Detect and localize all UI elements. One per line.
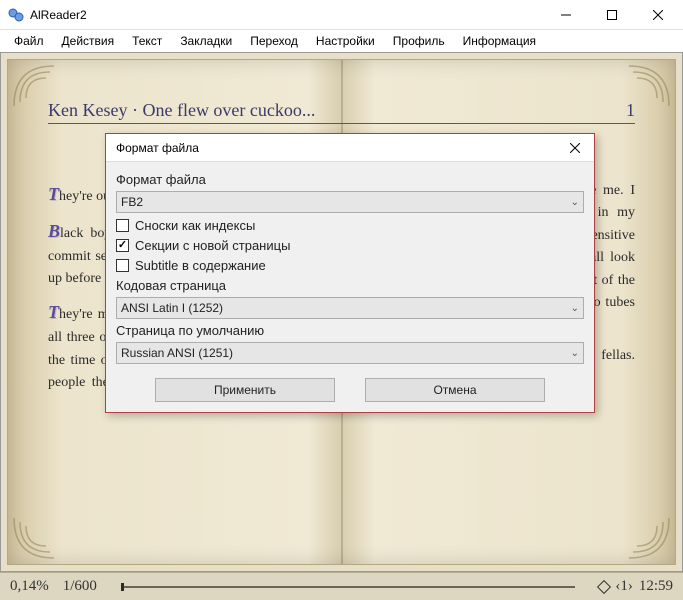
dialog-body: Формат файла FB2 ⌄ Сноски как индексы Се… [106,162,594,412]
status-percent: 0,14% [10,578,49,595]
page-number: 1 [626,100,635,121]
status-right-value: ‹1› [615,578,633,595]
format-value: FB2 [121,195,143,209]
defaultpage-select[interactable]: Russian ANSI (1251) ⌄ [116,342,584,364]
chevron-down-icon: ⌄ [571,348,579,359]
format-select[interactable]: FB2 ⌄ [116,191,584,213]
codepage-select[interactable]: ANSI Latin I (1252) ⌄ [116,297,584,319]
menu-bookmarks[interactable]: Закладки [172,32,240,50]
close-button[interactable] [635,0,681,30]
menu-actions[interactable]: Действия [54,32,123,50]
file-format-dialog: Формат файла Формат файла FB2 ⌄ Сноски к… [105,133,595,413]
status-bar: 0,14% 1/600 ‹1› 12:59 [0,572,683,600]
dialog-titlebar[interactable]: Формат файла [106,134,594,162]
menu-settings[interactable]: Настройки [308,32,383,50]
minimize-button[interactable] [543,0,589,30]
defaultpage-label: Страница по умолчанию [116,323,584,338]
chevron-down-icon: ⌄ [571,303,579,314]
position-slider[interactable] [121,586,575,588]
window-title: AlReader2 [30,8,543,22]
subtitle-label: Subtitle в содержание [135,258,266,273]
sections-label: Секции с новой страницы [135,238,290,253]
chevron-down-icon: ⌄ [571,197,579,208]
menu-bar: Файл Действия Текст Закладки Переход Нас… [0,30,683,52]
dialog-title: Формат файла [116,141,560,155]
cancel-button[interactable]: Отмена [365,378,545,402]
codepage-label: Кодовая страница [116,278,584,293]
defaultpage-value: Russian ANSI (1251) [121,346,233,360]
sections-checkbox[interactable] [116,239,129,252]
app-icon [8,7,24,23]
subtitle-checkbox[interactable] [116,259,129,272]
maximize-button[interactable] [589,0,635,30]
format-label: Формат файла [116,172,584,187]
codepage-value: ANSI Latin I (1252) [121,301,223,315]
diamond-icon [597,579,611,593]
menu-text[interactable]: Текст [124,32,170,50]
menu-file[interactable]: Файл [6,32,52,50]
footnotes-label: Сноски как индексы [135,218,255,233]
menu-goto[interactable]: Переход [242,32,306,50]
apply-button[interactable]: Применить [155,378,335,402]
page-header: Ken Kesey · One flew over cuckoo... 1 [48,100,635,124]
footnotes-checkbox[interactable] [116,219,129,232]
dialog-close-button[interactable] [560,135,590,161]
title-bar: AlReader2 [0,0,683,30]
status-time: 12:59 [639,578,673,595]
menu-profile[interactable]: Профиль [385,32,453,50]
book-author-title: Ken Kesey · One flew over cuckoo... [48,100,315,121]
status-page: 1/600 [63,578,97,595]
menu-info[interactable]: Информация [455,32,544,50]
